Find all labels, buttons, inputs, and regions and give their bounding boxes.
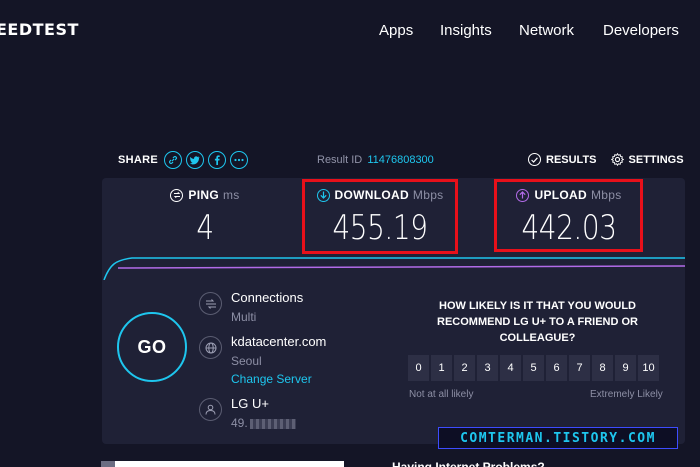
scale-high-label: Extremely Likely xyxy=(590,389,663,400)
result-id-link[interactable]: 11476808300 xyxy=(367,154,433,166)
nav-apps[interactable]: Apps xyxy=(379,22,413,39)
rating-option[interactable]: 4 xyxy=(500,355,521,381)
nav-developers[interactable]: Developers xyxy=(603,22,679,39)
ping-header: PING ms xyxy=(150,188,260,202)
settings-button[interactable]: SETTINGS xyxy=(610,153,684,166)
facebook-icon[interactable] xyxy=(208,151,227,169)
top-nav: EEDTEST Apps Insights Network Developers xyxy=(0,0,700,60)
rating-option[interactable]: 3 xyxy=(477,355,498,381)
connections-info: Connections Multi xyxy=(199,290,303,324)
rating-option[interactable]: 9 xyxy=(615,355,636,381)
result-id: Result ID 11476808300 xyxy=(317,154,434,166)
server-info: kdatacenter.com Seoul Change Server xyxy=(199,334,326,386)
speedtest-logo[interactable]: EEDTEST xyxy=(0,20,79,39)
more-icon[interactable] xyxy=(230,151,249,169)
ip-mask xyxy=(249,418,296,429)
ping-label: PING xyxy=(188,188,219,202)
internet-problems-heading: Having Internet Problems? xyxy=(392,460,545,467)
go-button[interactable]: GO xyxy=(117,312,187,382)
connections-title: Connections xyxy=(231,290,304,305)
rating-option[interactable]: 0 xyxy=(408,355,429,381)
change-server-link[interactable]: Change Server xyxy=(231,372,326,386)
server-city: Seoul xyxy=(231,354,262,368)
isp-ip-prefix: 49. xyxy=(231,416,248,430)
isp-name: LG U+ xyxy=(231,396,269,411)
twitter-icon[interactable] xyxy=(186,151,205,169)
rating-option[interactable]: 5 xyxy=(523,355,544,381)
rating-option[interactable]: 8 xyxy=(592,355,613,381)
ping-unit: ms xyxy=(222,188,240,202)
nav-insights[interactable]: Insights xyxy=(440,22,492,39)
ad-tag xyxy=(101,461,115,467)
results-button[interactable]: RESULTS xyxy=(528,153,597,166)
nav-network[interactable]: Network xyxy=(519,22,574,39)
ping-icon xyxy=(170,188,184,202)
rating-option[interactable]: 6 xyxy=(546,355,567,381)
rating-scale: 0 1 2 3 4 5 6 7 8 9 10 xyxy=(408,355,661,381)
check-circle-icon xyxy=(528,153,541,166)
isp-ip: 49. xyxy=(231,416,296,430)
upload-highlight-box xyxy=(494,179,643,252)
result-id-label: Result ID xyxy=(317,154,363,166)
user-icon xyxy=(199,398,222,421)
ad-banner[interactable] xyxy=(101,461,344,467)
rating-option[interactable]: 10 xyxy=(638,355,659,381)
share-row: SHARE xyxy=(118,150,252,170)
rating-option[interactable]: 2 xyxy=(454,355,475,381)
share-label: SHARE xyxy=(118,154,159,166)
speed-graph xyxy=(103,257,685,280)
results-label: RESULTS xyxy=(546,153,597,166)
rating-option[interactable]: 7 xyxy=(569,355,590,381)
watermark: COMTERMAN.TISTORY.COM xyxy=(438,427,678,449)
download-graph-line xyxy=(103,257,685,280)
rating-option[interactable]: 1 xyxy=(431,355,452,381)
link-icon[interactable] xyxy=(164,151,183,169)
isp-info: LG U+ 49. xyxy=(199,396,296,430)
globe-icon xyxy=(199,336,222,359)
ping-value: 4 xyxy=(196,208,214,248)
download-highlight-box xyxy=(302,179,458,254)
result-links: RESULTS SETTINGS xyxy=(528,153,684,166)
server-host: kdatacenter.com xyxy=(231,334,327,349)
connections-value[interactable]: Multi xyxy=(231,310,303,324)
connections-icon xyxy=(199,292,222,315)
scale-low-label: Not at all likely xyxy=(409,389,474,400)
ping-metric: PING ms 4 xyxy=(150,188,260,248)
upload-graph-line xyxy=(117,265,685,269)
survey-question: HOW LIKELY IS IT THAT YOU WOULD RECOMMEN… xyxy=(437,300,638,344)
settings-label: SETTINGS xyxy=(628,153,684,166)
gear-icon xyxy=(610,153,624,166)
